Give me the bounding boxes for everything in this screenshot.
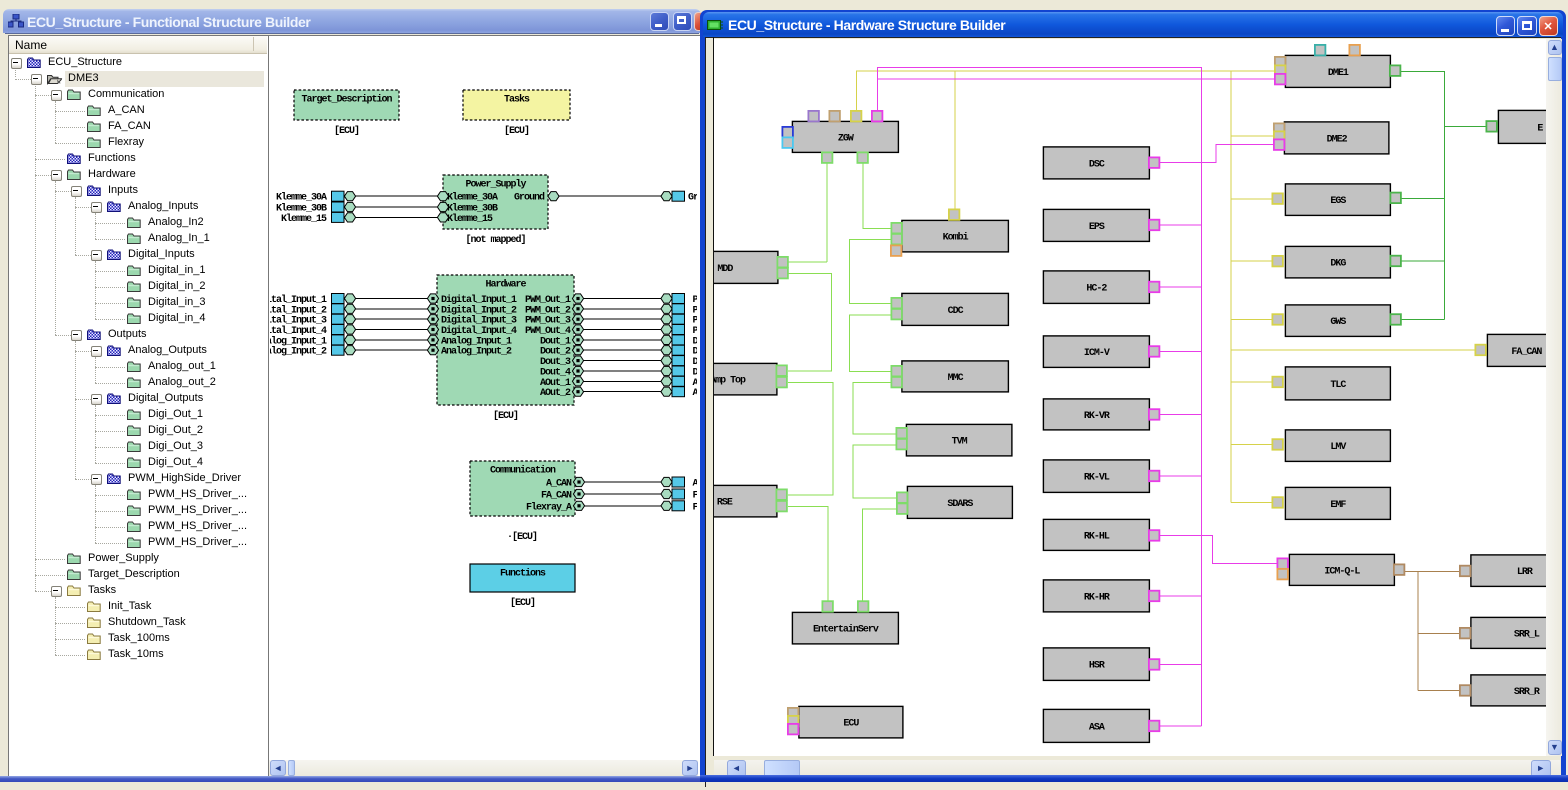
- svg-text:Analog_Input_1: Analog_Input_1: [270, 335, 327, 347]
- svg-text:EGS: EGS: [1330, 195, 1346, 206]
- svg-text:Functions: Functions: [500, 568, 546, 580]
- svg-text:Digital_Input_3: Digital_Input_3: [441, 315, 517, 327]
- svg-text:FA_CAN: FA_CAN: [541, 491, 572, 502]
- svg-text:Ground: Ground: [514, 192, 545, 204]
- svg-text:LRR: LRR: [1516, 566, 1532, 577]
- svg-text:Dout_2: Dout_2: [540, 347, 571, 358]
- svg-text:ZGW: ZGW: [838, 132, 854, 143]
- svg-text:Digital_Input_1: Digital_Input_1: [441, 294, 517, 306]
- svg-text:GWS: GWS: [1330, 316, 1346, 327]
- svg-text:ASA: ASA: [1088, 721, 1104, 732]
- svg-text:MMC: MMC: [947, 371, 963, 382]
- svg-text:[ECU]: [ECU]: [504, 125, 529, 137]
- svg-text:Digital_Input_2: Digital_Input_2: [270, 304, 327, 316]
- svg-text:Digital_Input_1: Digital_Input_1: [270, 294, 327, 306]
- svg-text:EMF: EMF: [1330, 498, 1346, 509]
- svg-text:PWM_Out_4: PWM_Out_4: [525, 326, 571, 337]
- svg-text:[ECU]: [ECU]: [334, 125, 359, 137]
- svg-text:Klemme_30A: Klemme_30A: [447, 192, 498, 204]
- svg-text:FA_CAN: FA_CAN: [1511, 345, 1542, 356]
- svg-text:·[ECU]: ·[ECU]: [507, 531, 537, 543]
- svg-text:EPS: EPS: [1088, 220, 1104, 231]
- svg-text:Digital_Input_4: Digital_Input_4: [441, 325, 517, 337]
- svg-text:PWM_Out_2: PWM_Out_2: [525, 305, 571, 316]
- svg-text:Dout_3: Dout_3: [540, 357, 571, 368]
- svg-text:AOut_1: AOut_1: [693, 378, 698, 389]
- svg-text:A_CAN: A_CAN: [693, 479, 698, 490]
- svg-text:Hardware: Hardware: [485, 279, 526, 291]
- svg-text:Klemme_30B: Klemme_30B: [447, 203, 498, 215]
- svg-text:Klemme_15: Klemme_15: [281, 213, 327, 225]
- svg-text:SRR_R: SRR_R: [1513, 685, 1539, 696]
- svg-text:ICM-Q-L: ICM-Q-L: [1324, 565, 1360, 576]
- svg-text:DME2: DME2: [1326, 133, 1347, 144]
- svg-text:ICM-V: ICM-V: [1084, 347, 1110, 358]
- svg-text:Digital_Input_4: Digital_Input_4: [270, 325, 327, 337]
- svg-text:Flexray_A: Flexray_A: [526, 501, 572, 513]
- svg-text:RK-HL: RK-HL: [1084, 530, 1110, 541]
- svg-text:CDC: CDC: [947, 304, 963, 315]
- svg-text:Klemme_30B: Klemme_30B: [276, 203, 327, 215]
- svg-text:AOut_2: AOut_2: [540, 388, 571, 399]
- svg-text:Target_Description: Target_Description: [301, 94, 392, 106]
- svg-text:DME1: DME1: [1328, 66, 1349, 77]
- svg-text:Analog_Input_2: Analog_Input_2: [441, 346, 512, 358]
- svg-text:ECU: ECU: [843, 717, 859, 728]
- svg-text:Power_Supply: Power_Supply: [465, 179, 526, 191]
- svg-text:TLC: TLC: [1330, 378, 1346, 389]
- svg-text:SDARS: SDARS: [947, 497, 973, 508]
- svg-text:Flexray_A: Flexray_A: [693, 501, 698, 513]
- svg-text:[ECU]: [ECU]: [510, 597, 535, 609]
- svg-text:LMV: LMV: [1330, 441, 1346, 452]
- svg-text:Amp Top: Amp Top: [714, 374, 746, 385]
- svg-text:Klemme_15: Klemme_15: [447, 213, 493, 225]
- svg-text:RSE: RSE: [716, 496, 732, 507]
- svg-text:Tasks: Tasks: [504, 94, 530, 106]
- svg-text:PWM_Out_2: PWM_Out_2: [693, 305, 698, 316]
- svg-text:HC-2: HC-2: [1086, 282, 1107, 293]
- svg-text:Analog_Input_2: Analog_Input_2: [270, 346, 327, 358]
- svg-text:TVM: TVM: [951, 435, 967, 446]
- svg-text:Analog_Input_1: Analog_Input_1: [441, 335, 512, 347]
- svg-text:RK-VR: RK-VR: [1084, 409, 1110, 420]
- svg-text:Klemme_30A: Klemme_30A: [276, 192, 327, 204]
- svg-text:EntertainServ: EntertainServ: [813, 623, 879, 634]
- svg-text:Digital_Input_2: Digital_Input_2: [441, 304, 517, 316]
- svg-text:RK-VL: RK-VL: [1084, 471, 1110, 482]
- svg-text:DSC: DSC: [1088, 158, 1104, 169]
- svg-text:MDD: MDD: [717, 262, 733, 273]
- svg-text:AOut_1: AOut_1: [540, 378, 571, 389]
- svg-text:[ECU]: [ECU]: [493, 410, 518, 422]
- svg-text:DKG: DKG: [1330, 257, 1346, 268]
- svg-text:Dout_3: Dout_3: [693, 357, 698, 368]
- svg-text:Dout_2: Dout_2: [693, 347, 698, 358]
- svg-text:AOut_2: AOut_2: [693, 388, 698, 399]
- svg-text:PWM_Out_4: PWM_Out_4: [693, 326, 698, 337]
- svg-text:Ground: Ground: [688, 192, 697, 204]
- svg-text:Digital_Input_3: Digital_Input_3: [270, 315, 327, 327]
- svg-text:HSR: HSR: [1088, 659, 1104, 670]
- svg-text:RK-HR: RK-HR: [1084, 591, 1110, 602]
- svg-text:Communication: Communication: [490, 465, 556, 477]
- svg-text:A_CAN: A_CAN: [546, 479, 572, 490]
- svg-text:Kombi: Kombi: [942, 231, 968, 242]
- svg-text:FA_CAN: FA_CAN: [693, 491, 698, 502]
- svg-text:[not mapped]: [not mapped]: [465, 234, 525, 246]
- svg-text:SRR_L: SRR_L: [1513, 628, 1539, 639]
